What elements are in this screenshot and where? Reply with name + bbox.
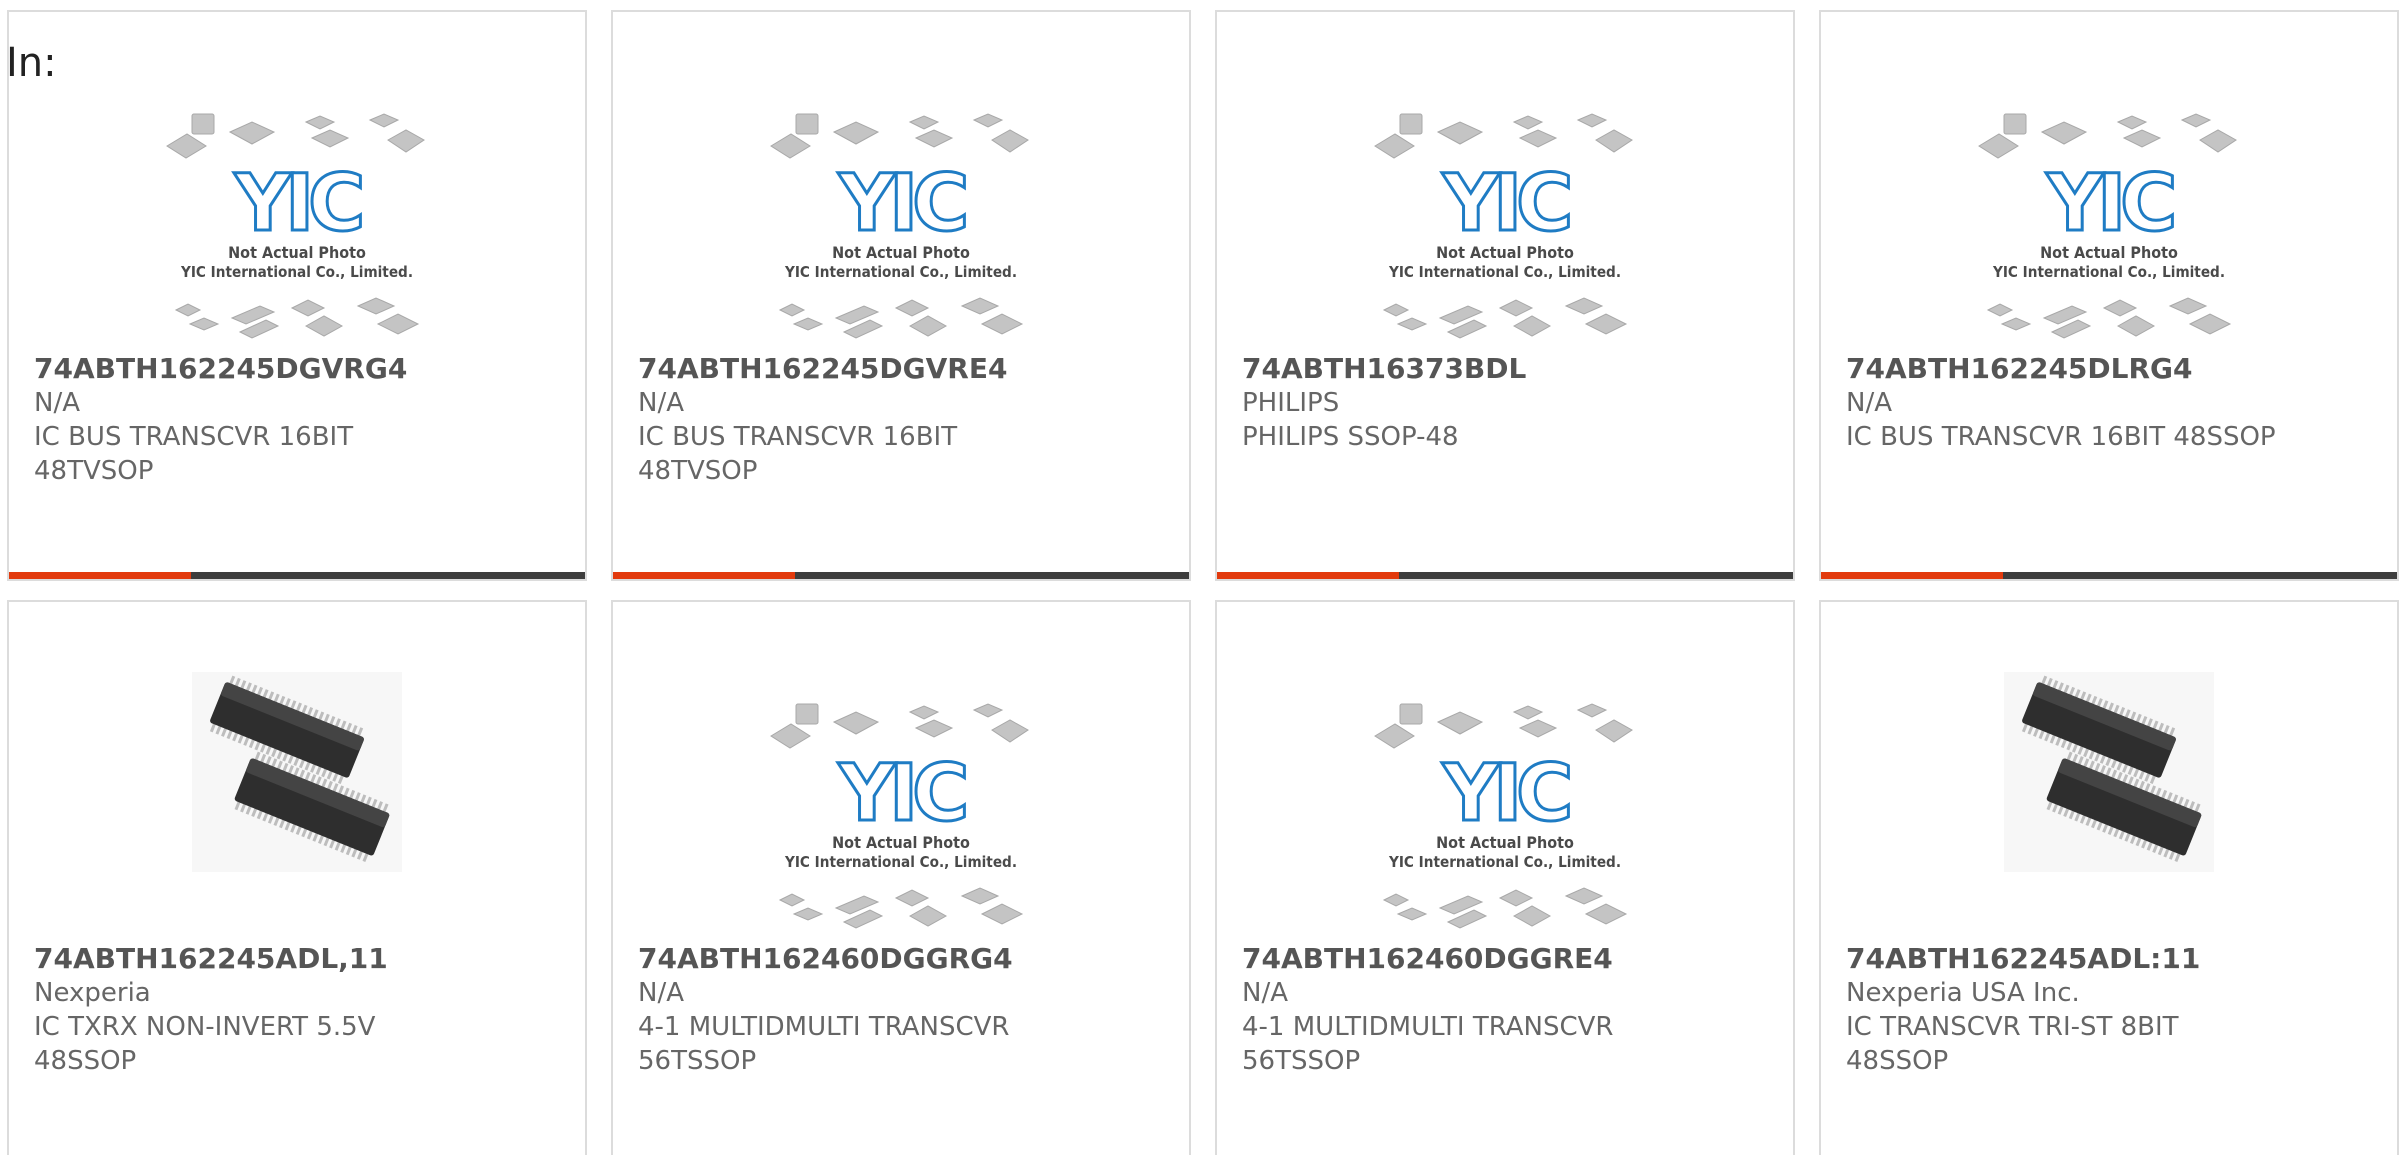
card-bottom-bar bbox=[613, 572, 1189, 579]
description-line-2: 56TSSOP bbox=[638, 1046, 757, 1076]
description-line-2: 56TSSOP bbox=[1242, 1046, 1361, 1076]
product-image[interactable]: YIC Not Actual Photo YIC International Co.… bbox=[613, 602, 1189, 942]
product-grid: YIC Not Actual Photo YIC International Co.… bbox=[0, 0, 2400, 1155]
product-info: 74ABTH162460DGGRE4 N/A 4-1 MULTIDMULTI T… bbox=[1242, 942, 1773, 1078]
product-image[interactable]: YIC Not Actual Photo YIC International Co.… bbox=[613, 12, 1189, 352]
part-number-link[interactable]: 74ABTH162460DGGRG4 bbox=[638, 942, 1169, 976]
product-card[interactable]: YIC Not Actual Photo YIC International Co.… bbox=[611, 10, 1191, 581]
manufacturer: N/A bbox=[34, 388, 80, 418]
placeholder-caption-1: Not Actual Photo bbox=[832, 243, 970, 262]
part-number-link[interactable]: 74ABTH162245DLRG4 bbox=[1846, 352, 2377, 386]
placeholder-caption-2: YIC International Co., Limited. bbox=[784, 263, 1017, 281]
manufacturer: Nexperia bbox=[34, 978, 151, 1008]
product-info: 74ABTH162245DGVRE4 N/A IC BUS TRANSCVR 1… bbox=[638, 352, 1169, 488]
placeholder-image: YICNot Actual PhotoYIC International Co.… bbox=[1978, 113, 2237, 339]
product-image[interactable]: YIC Not Actual Photo YIC International Co.… bbox=[1217, 12, 1793, 352]
card-bottom-bar bbox=[1821, 572, 2397, 579]
description: PHILIPS SSOP-48 bbox=[1242, 422, 1459, 452]
part-number-link[interactable]: 74ABTH162460DGGRE4 bbox=[1242, 942, 1773, 976]
card-bottom-bar bbox=[9, 572, 585, 579]
manufacturer: PHILIPS bbox=[1242, 388, 1340, 418]
product-info: 74ABTH162245ADL,11 Nexperia IC TXRX NON-… bbox=[34, 942, 565, 1078]
yic-logo: YIC bbox=[1442, 749, 1570, 839]
card-accent-bar bbox=[1821, 572, 2003, 579]
description-line-2: 48TVSOP bbox=[34, 456, 154, 486]
placeholder-image: YICNot Actual PhotoYIC International Co.… bbox=[770, 113, 1029, 339]
product-info: 74ABTH16373BDL PHILIPS PHILIPS SSOP-48 bbox=[1242, 352, 1773, 454]
yic-logo: YIC bbox=[838, 749, 966, 839]
placeholder-caption-2: YIC International Co., Limited. bbox=[1388, 263, 1621, 281]
product-image[interactable]: YIC Not Actual Photo YIC International Co.… bbox=[1821, 12, 2397, 352]
description-line-2: 48SSOP bbox=[34, 1046, 137, 1076]
manufacturer: N/A bbox=[1242, 978, 1288, 1008]
product-card[interactable]: 74ABTH162245ADL,11 Nexperia IC TXRX NON-… bbox=[7, 600, 587, 1155]
placeholder-caption-1: Not Actual Photo bbox=[832, 833, 970, 852]
product-info: 74ABTH162460DGGRG4 N/A 4-1 MULTIDMULTI T… bbox=[638, 942, 1169, 1078]
placeholder-caption-1: Not Actual Photo bbox=[1436, 243, 1574, 262]
card-accent-bar bbox=[1217, 572, 1399, 579]
product-card[interactable]: YIC Not Actual Photo YIC International Co.… bbox=[7, 10, 587, 581]
description: IC TRANSCVR TRI-ST 8BIT bbox=[1846, 1012, 2179, 1042]
placeholder-caption-1: Not Actual Photo bbox=[1436, 833, 1574, 852]
yic-logo: YIC bbox=[1442, 159, 1570, 249]
manufacturer: N/A bbox=[1846, 388, 1892, 418]
product-card[interactable]: YIC Not Actual Photo YIC International Co.… bbox=[1215, 600, 1795, 1155]
card-accent-bar bbox=[9, 572, 191, 579]
product-image[interactable] bbox=[9, 602, 585, 942]
part-number-link[interactable]: 74ABTH16373BDL bbox=[1242, 352, 1773, 386]
manufacturer: N/A bbox=[638, 978, 684, 1008]
description-line-2: 48TVSOP bbox=[638, 456, 758, 486]
product-card[interactable]: YIC Not Actual Photo YIC International Co.… bbox=[611, 600, 1191, 1155]
product-info: 74ABTH162245DGVRG4 N/A IC BUS TRANSCVR 1… bbox=[34, 352, 565, 488]
part-number-link[interactable]: 74ABTH162245DGVRE4 bbox=[638, 352, 1169, 386]
placeholder-caption-2: YIC International Co., Limited. bbox=[180, 263, 413, 281]
product-card[interactable]: 74ABTH162245ADL:11 Nexperia USA Inc. IC … bbox=[1819, 600, 2399, 1155]
part-number-link[interactable]: 74ABTH162245DGVRG4 bbox=[34, 352, 565, 386]
chip-photo bbox=[2004, 672, 2214, 872]
manufacturer: N/A bbox=[638, 388, 684, 418]
product-card[interactable]: YIC Not Actual Photo YIC International Co.… bbox=[1819, 10, 2399, 581]
yic-logo: YIC bbox=[234, 159, 362, 249]
placeholder-caption-2: YIC International Co., Limited. bbox=[1388, 853, 1621, 871]
part-number-link[interactable]: 74ABTH162245ADL:11 bbox=[1846, 942, 2377, 976]
description: IC BUS TRANSCVR 16BIT 48SSOP bbox=[1846, 422, 2276, 452]
placeholder-image: YICNot Actual PhotoYIC International Co.… bbox=[770, 703, 1029, 929]
description: IC TXRX NON-INVERT 5.5V bbox=[34, 1012, 376, 1042]
part-number-link[interactable]: 74ABTH162245ADL,11 bbox=[34, 942, 565, 976]
product-card[interactable]: YIC Not Actual Photo YIC International Co.… bbox=[1215, 10, 1795, 581]
yic-logo: YIC bbox=[838, 159, 966, 249]
placeholder-image: YICNot Actual PhotoYIC International Co.… bbox=[1374, 703, 1633, 929]
description: IC BUS TRANSCVR 16BIT bbox=[34, 422, 354, 452]
page: In: YIC Not Actual Photo YIC International… bbox=[0, 0, 2400, 1155]
product-info: 74ABTH162245ADL:11 Nexperia USA Inc. IC … bbox=[1846, 942, 2377, 1078]
placeholder-caption-2: YIC International Co., Limited. bbox=[784, 853, 1017, 871]
yic-logo: YIC bbox=[2046, 159, 2174, 249]
manufacturer: Nexperia USA Inc. bbox=[1846, 978, 2080, 1008]
product-image[interactable] bbox=[1821, 602, 2397, 942]
card-bottom-bar bbox=[1217, 572, 1793, 579]
description: 4-1 MULTIDMULTI TRANSCVR bbox=[638, 1012, 1010, 1042]
description: 4-1 MULTIDMULTI TRANSCVR bbox=[1242, 1012, 1614, 1042]
card-accent-bar bbox=[613, 572, 795, 579]
in-label: In: bbox=[6, 40, 57, 86]
placeholder-image: YICNot Actual PhotoYIC International Co.… bbox=[166, 113, 425, 339]
product-info: 74ABTH162245DLRG4 N/A IC BUS TRANSCVR 16… bbox=[1846, 352, 2377, 454]
product-image[interactable]: YIC Not Actual Photo YIC International Co.… bbox=[9, 12, 585, 352]
placeholder-caption-1: Not Actual Photo bbox=[228, 243, 366, 262]
product-image[interactable]: YIC Not Actual Photo YIC International Co.… bbox=[1217, 602, 1793, 942]
placeholder-caption-2: YIC International Co., Limited. bbox=[1992, 263, 2225, 281]
placeholder-image: YICNot Actual PhotoYIC International Co.… bbox=[1374, 113, 1633, 339]
description: IC BUS TRANSCVR 16BIT bbox=[638, 422, 958, 452]
placeholder-caption-1: Not Actual Photo bbox=[2040, 243, 2178, 262]
chip-photo bbox=[192, 672, 402, 872]
description-line-2: 48SSOP bbox=[1846, 1046, 1949, 1076]
